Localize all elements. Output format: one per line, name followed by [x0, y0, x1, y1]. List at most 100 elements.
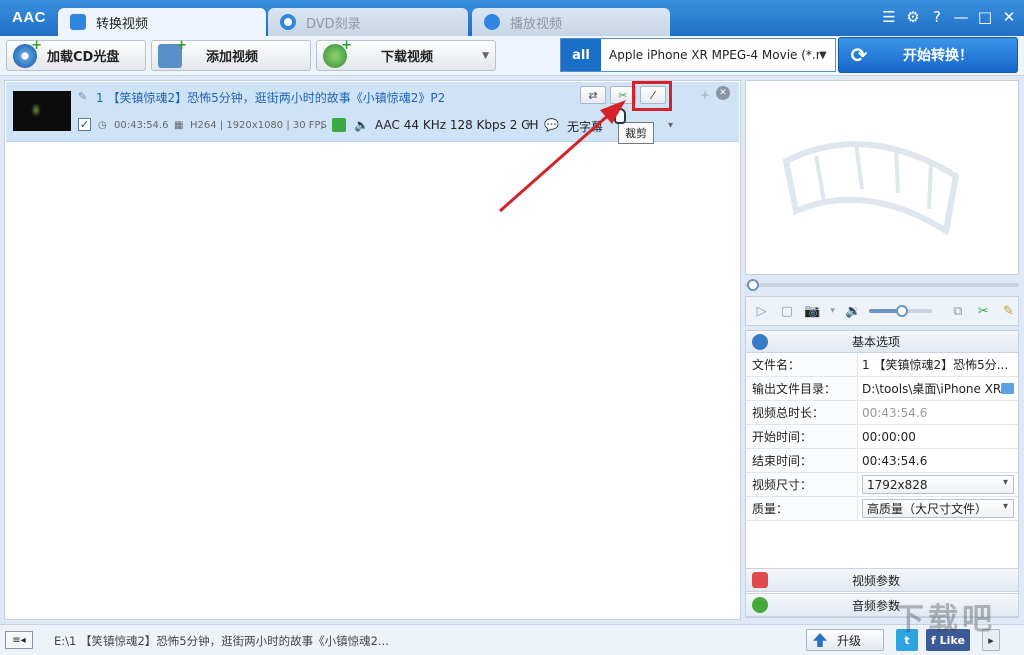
video-preview: [745, 80, 1019, 275]
add-video-button[interactable]: 添加视频: [151, 38, 311, 71]
crop-button-highlight: [632, 81, 672, 111]
chevron-down-icon: ▼: [819, 49, 827, 61]
magic-wand-icon[interactable]: ✎: [999, 301, 1018, 321]
file-index: 1: [96, 91, 104, 105]
help-icon[interactable]: ?: [928, 8, 946, 26]
chevron-down-icon[interactable]: ▾: [668, 120, 673, 131]
property-key: 开始时间：: [746, 425, 858, 448]
file-name: 【笑镇惊魂2】恐怖5分钟，逛街两小时的故事《小镇惊魂2》P2: [107, 91, 446, 105]
basic-options-header[interactable]: 基本选项: [746, 331, 1018, 353]
swap-button[interactable]: ⇄: [580, 86, 606, 104]
property-row: 结束时间： 00:43:54.6: [746, 449, 1018, 473]
menu-icon[interactable]: ☰: [880, 8, 898, 26]
property-value: 00:43:54.6: [858, 401, 1018, 424]
cd-icon: [13, 38, 42, 68]
file-title[interactable]: 1 【笑镇惊魂2】恐怖5分钟，逛街两小时的故事《小镇惊魂2》P2: [96, 89, 445, 106]
chevron-down-icon[interactable]: ▼: [482, 51, 489, 61]
subtitle-select[interactable]: 无字幕: [567, 118, 603, 135]
film-strip-icon: ▦: [174, 120, 184, 131]
toggle-panel-button[interactable]: ≡◂: [5, 631, 33, 649]
chevron-right-icon: ›: [320, 120, 325, 133]
seek-track: [745, 283, 1019, 287]
property-select-value[interactable]: 1792x828: [862, 475, 1014, 494]
property-row: 视频尺寸： 1792x828: [746, 473, 1018, 497]
copy-icon[interactable]: ⧉: [948, 301, 967, 321]
pencil-icon[interactable]: ✎: [78, 90, 87, 103]
gear-icon[interactable]: ⚙: [904, 8, 922, 26]
app-logo: AAC: [12, 9, 46, 26]
start-convert-button[interactable]: ⟳ 开始转换！: [838, 37, 1018, 73]
camera-icon[interactable]: 📷: [803, 301, 822, 321]
speaker-icon: 🔈: [354, 118, 369, 132]
audio-track-select[interactable]: AAC 44 KHz 128 Kbps 2 CH: [375, 118, 539, 132]
property-value-text: 1 【笑镇惊魂2】恐怖5分...: [862, 358, 1009, 372]
property-select[interactable]: 1792x828: [858, 473, 1018, 496]
globe-icon: [323, 38, 352, 68]
property-key: 文件名：: [746, 353, 858, 376]
volume-icon[interactable]: 🔉: [843, 301, 862, 321]
download-video-button[interactable]: 下载视频 ▼: [316, 38, 496, 71]
subtitle-icon: 💬: [544, 118, 559, 132]
tab-play-video[interactable]: 播放视频: [472, 8, 670, 36]
watermark-logo: 下载吧: [894, 602, 996, 637]
phone-icon: [332, 118, 346, 132]
remove-icon[interactable]: ✕: [716, 86, 730, 100]
basic-options-title: 基本选项: [851, 335, 900, 349]
property-value-text: D:\tools\桌面\iPhone XR: [862, 382, 1002, 396]
property-select-value[interactable]: 高质量（大尺寸文件）: [862, 499, 1014, 518]
tab-dvd-burn[interactable]: DVD刻录: [268, 8, 468, 36]
property-rows: 文件名： 1 【笑镇惊魂2】恐怖5分... 输出文件目录： D:\tools\桌面\i…: [746, 353, 1018, 521]
file-checkbox[interactable]: ✓: [78, 118, 91, 131]
tab-label: DVD刻录: [306, 16, 361, 32]
seek-bar[interactable]: [745, 278, 1019, 292]
property-select[interactable]: 高质量（大尺寸文件）: [858, 497, 1018, 520]
player-controls: ▷ ▢ 📷 ▾ 🔉 ⧉ ✂ ✎: [745, 296, 1019, 326]
upgrade-label: 升级: [837, 633, 862, 648]
video-info: H264 | 1920x1080 | 30 FPS: [190, 120, 327, 131]
film-icon: [158, 38, 187, 68]
property-value[interactable]: D:\tools\桌面\iPhone XR: [858, 377, 1018, 400]
property-key: 输出文件目录：: [746, 377, 858, 400]
video-params-section[interactable]: 视频参数: [745, 568, 1019, 592]
folder-icon[interactable]: [1001, 383, 1014, 394]
upgrade-button[interactable]: 升级: [806, 629, 884, 651]
volume-handle[interactable]: [895, 305, 908, 317]
minimize-icon[interactable]: —: [952, 8, 970, 26]
volume-slider[interactable]: [868, 305, 933, 317]
window-controls: ☰ ⚙ ? — □ ✕: [880, 8, 1018, 26]
chevron-down-icon[interactable]: ▾: [828, 301, 838, 321]
output-profile-select[interactable]: all Apple iPhone XR MPEG-4 Movie (*.m...…: [560, 38, 836, 72]
video-thumbnail[interactable]: [13, 91, 71, 131]
profile-label: Apple iPhone XR MPEG-4 Movie (*.m...: [609, 48, 819, 62]
property-row: 视频总时长： 00:43:54.6: [746, 401, 1018, 425]
maximize-icon[interactable]: □: [976, 8, 994, 26]
mouse-cursor-icon: [614, 108, 626, 124]
status-bar: ≡◂ E:\1 【笑镇惊魂2】恐怖5分钟，逛街两小时的故事《小镇惊魂2... 升…: [0, 624, 1024, 655]
property-value-text: 00:00:00: [862, 429, 916, 444]
tab-convert-video[interactable]: 转换视频: [58, 8, 266, 36]
chevron-down-icon[interactable]: ▾: [526, 120, 531, 131]
wrench-icon: [752, 333, 768, 350]
upgrade-arrow-icon: [813, 633, 827, 647]
scissors-icon: ✂: [618, 88, 628, 102]
crop-tooltip: 裁剪: [618, 122, 654, 144]
close-icon[interactable]: ✕: [1000, 8, 1018, 26]
seek-handle[interactable]: [747, 279, 759, 291]
play-icon[interactable]: ▷: [752, 301, 771, 321]
refresh-icon: ⟳: [850, 43, 868, 67]
film-reel-placeholder-icon: [782, 141, 960, 236]
add-icon[interactable]: +: [700, 88, 710, 102]
swap-icon: ⇄: [588, 88, 598, 102]
play-icon: [484, 14, 500, 30]
load-cd-button[interactable]: 加载CD光盘: [6, 38, 146, 71]
property-key: 视频总时长：: [746, 401, 858, 424]
property-key: 质量：: [746, 497, 858, 520]
scissors-icon[interactable]: ✂: [974, 301, 993, 321]
disc-icon: [280, 14, 296, 30]
stop-icon[interactable]: ▢: [777, 301, 796, 321]
file-list: ✎ 1 【笑镇惊魂2】恐怖5分钟，逛街两小时的故事《小镇惊魂2》P2 ✓ ◷ 0…: [4, 80, 741, 620]
video-params-label: 视频参数: [851, 573, 900, 588]
start-convert-label: 开始转换！: [903, 48, 973, 64]
add-video-label: 添加视频: [206, 50, 259, 65]
film-icon: [752, 572, 768, 588]
